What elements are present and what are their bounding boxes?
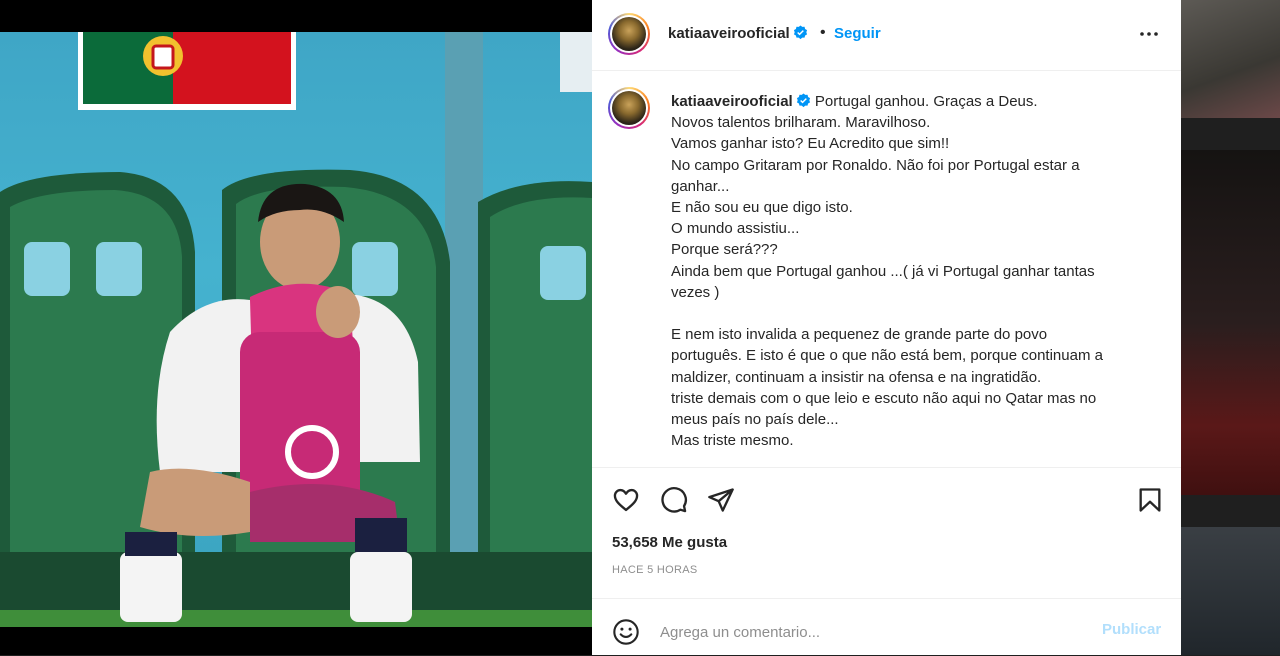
- post-header: katiaaveirooficial • Seguir: [592, 0, 1181, 71]
- emoji-icon[interactable]: [612, 618, 640, 646]
- post-timestamp[interactable]: HACE 5 HORAS: [612, 564, 698, 576]
- share-icon[interactable]: [707, 486, 735, 514]
- caption-line: vezes ): [671, 283, 720, 301]
- comment-icon[interactable]: [660, 486, 688, 514]
- post-panel: katiaaveirooficial • Seguir katiaaveiroo…: [592, 0, 1181, 655]
- publish-button[interactable]: Publicar: [1102, 621, 1161, 638]
- background-thumbnail: [1181, 150, 1280, 495]
- verified-badge-icon: [796, 93, 810, 108]
- comment-bar: Publicar: [592, 598, 1181, 656]
- post-photo[interactable]: [0, 32, 592, 627]
- caption-line: Novos talentos brilharam. Maravilhoso.: [671, 114, 931, 132]
- caption-text: katiaaveirooficial Portugal ganhou. Graç…: [671, 91, 1151, 451]
- author-avatar[interactable]: [608, 13, 650, 55]
- post-media: [0, 0, 592, 655]
- caption-line: ganhar...: [671, 177, 730, 195]
- more-options-icon[interactable]: [1137, 22, 1161, 46]
- background-thumbnail: [1181, 0, 1280, 118]
- background-thumbnail: [1181, 527, 1280, 655]
- caption-line: E nem isto invalida a pequenez de grande…: [671, 326, 1048, 344]
- caption-line: E não sou eu que digo isto.: [671, 199, 853, 217]
- caption-line: português. E isto é que o que não está b…: [671, 347, 1103, 365]
- caption-username[interactable]: katiaaveirooficial: [671, 93, 811, 110]
- caption-line: O mundo assistiu...: [671, 220, 800, 238]
- comment-input[interactable]: [658, 617, 1082, 647]
- verified-badge-icon: [793, 25, 807, 40]
- caption-line: No campo Gritaram por Ronaldo. Não foi p…: [671, 156, 1080, 174]
- caption-section: katiaaveirooficial Portugal ganhou. Graç…: [592, 71, 1181, 467]
- header-separator: •: [820, 24, 826, 41]
- caption-line: Porque será???: [671, 241, 778, 259]
- caption-author-avatar[interactable]: [608, 87, 650, 129]
- action-bar: [592, 467, 1181, 532]
- heart-icon[interactable]: [612, 486, 640, 514]
- caption-line: Portugal ganhou. Graças a Deus.: [814, 93, 1038, 110]
- caption-line: triste demais com o que leio e escuto nã…: [671, 389, 1097, 407]
- bench-photo-illustration: [0, 32, 592, 627]
- caption-line: Vamos ganhar isto? Eu Acredito que sim!!: [671, 135, 950, 153]
- like-count[interactable]: 53,658 Me gusta: [612, 534, 727, 551]
- caption-line: meus país no país dele...: [671, 411, 839, 429]
- author-username[interactable]: katiaaveirooficial: [668, 25, 808, 42]
- caption-line: Ainda bem que Portugal ganhou ...( já vi…: [671, 262, 1095, 280]
- caption-line: maldizer, continuam a insistir na ofensa…: [671, 368, 1042, 386]
- caption-line: Mas triste mesmo.: [671, 432, 794, 450]
- follow-button[interactable]: Seguir: [834, 25, 881, 42]
- bookmark-icon[interactable]: [1136, 486, 1164, 514]
